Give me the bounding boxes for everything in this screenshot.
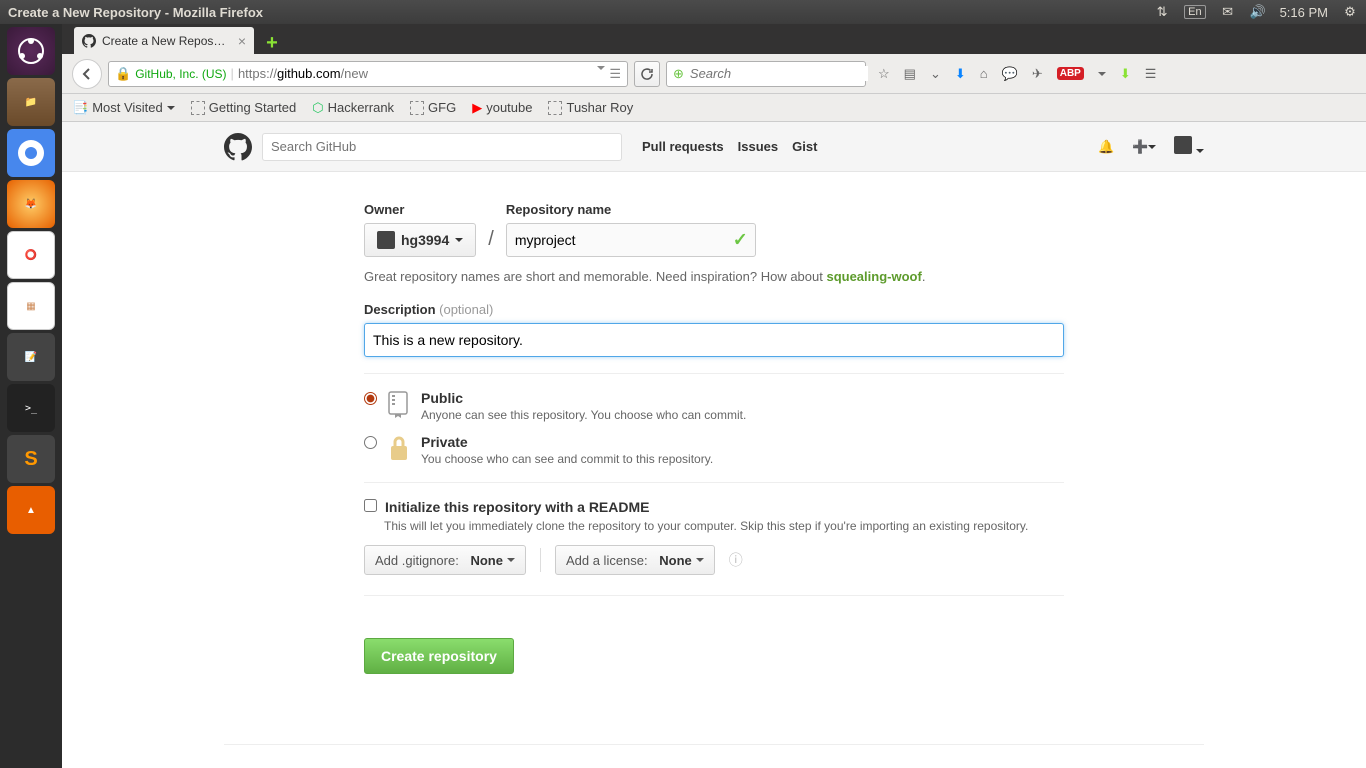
gear-icon[interactable]: ⚙ <box>1342 4 1358 20</box>
bookmark-tushar[interactable]: Tushar Roy <box>548 100 633 115</box>
nav-toolbar: 🔒 GitHub, Inc. (US) | https://github.com… <box>62 54 1366 94</box>
abp-icon[interactable]: ABP <box>1057 67 1084 80</box>
home-icon[interactable]: ⌂ <box>980 66 988 81</box>
impress-icon[interactable]: ▦ <box>7 282 55 330</box>
browser-tab[interactable]: Create a New Repos… × <box>74 27 254 54</box>
download-arrow-icon[interactable]: ⬇ <box>1120 66 1131 82</box>
private-desc: You choose who can see and commit to thi… <box>421 452 713 466</box>
toolbar-icons: ☆ ▤ ⌄ ⬇ ⌂ 💬 ✈ ABP ⬇ ☰ <box>878 66 1156 82</box>
suggested-name[interactable]: squealing-woof <box>826 269 921 284</box>
mail-icon[interactable]: ✉ <box>1220 4 1236 20</box>
abp-dropdown[interactable] <box>1098 72 1106 76</box>
nav-issues[interactable]: Issues <box>738 139 778 154</box>
firefox-window: Create a New Repos… × + 🔒 GitHub, Inc. (… <box>62 24 1366 768</box>
optional-label: (optional) <box>439 302 493 317</box>
bookmark-bar: 📑 Most Visited Getting Started ⬡ Hackerr… <box>62 94 1366 122</box>
description-input[interactable] <box>364 323 1064 357</box>
tab-title: Create a New Repos… <box>102 34 225 48</box>
url-text: https://github.com/new <box>238 66 368 81</box>
info-icon[interactable]: ⓘ <box>729 550 743 570</box>
sound-icon[interactable]: 🔊 <box>1250 4 1266 20</box>
public-radio[interactable] <box>364 392 377 405</box>
github-footer: © 2015 GitHub, Inc. Terms Privacy Securi… <box>224 744 1204 768</box>
menu-icon[interactable]: ☰ <box>1145 66 1157 82</box>
bookmark-getting-started[interactable]: Getting Started <box>191 100 296 115</box>
readme-desc: This will let you immediately clone the … <box>384 519 1064 533</box>
firefox-icon[interactable]: 🦊 <box>7 180 55 228</box>
repo-name-hint: Great repository names are short and mem… <box>364 269 1064 284</box>
public-title: Public <box>421 390 463 406</box>
github-nav: Pull requests Issues Gist <box>642 139 817 154</box>
bookmark-star-icon[interactable]: ☆ <box>878 66 890 82</box>
gitignore-select[interactable]: Add .gitignore: None <box>364 545 526 575</box>
chat-icon[interactable]: 💬 <box>1002 66 1018 82</box>
reader-icon[interactable]: ☰ <box>609 66 621 82</box>
lock-icon <box>387 434 411 462</box>
search-input[interactable] <box>690 66 868 81</box>
notifications-icon[interactable]: 🔔 <box>1098 139 1114 155</box>
public-desc: Anyone can see this repository. You choo… <box>421 408 746 422</box>
unity-launcher: 📁 🦊 ⭕ ▦ 📝 >_ S ▲ <box>0 24 62 768</box>
bookmark-gfg[interactable]: GFG <box>410 100 456 115</box>
search-bar[interactable]: ⊕ <box>666 61 866 87</box>
tab-close-icon[interactable]: × <box>238 33 246 49</box>
chrome-icon[interactable] <box>7 129 55 177</box>
sublime-icon[interactable]: S <box>7 435 55 483</box>
network-icon[interactable]: ⇅ <box>1154 4 1170 20</box>
dash-icon[interactable] <box>7 27 55 75</box>
new-tab-button[interactable]: + <box>260 32 284 54</box>
github-logo-icon[interactable] <box>224 133 252 161</box>
reload-button[interactable] <box>634 61 660 87</box>
send-icon[interactable]: ✈ <box>1032 66 1043 82</box>
pocket-icon[interactable]: ⌄ <box>930 66 941 82</box>
site-identity: GitHub, Inc. (US) <box>135 67 226 81</box>
back-button[interactable] <box>72 59 102 89</box>
url-dropdown-icon[interactable] <box>597 66 605 70</box>
ubuntu-titlebar: Create a New Repository - Mozilla Firefo… <box>0 0 1366 24</box>
readme-checkbox[interactable] <box>364 499 377 512</box>
bookmark-most-visited[interactable]: 📑 Most Visited <box>72 100 175 116</box>
page-content: Pull requests Issues Gist 🔔 ➕ Owner hg39 <box>62 122 1366 768</box>
nav-pull-requests[interactable]: Pull requests <box>642 139 724 154</box>
gedit-icon[interactable]: 📝 <box>7 333 55 381</box>
download-icon[interactable]: ⬇ <box>955 66 966 82</box>
clock[interactable]: 5:16 PM <box>1280 5 1328 20</box>
create-new-icon[interactable]: ➕ <box>1132 139 1156 155</box>
owner-label: Owner <box>364 202 476 217</box>
nav-gist[interactable]: Gist <box>792 139 817 154</box>
sidebar-icon[interactable]: ▤ <box>904 66 916 82</box>
license-select[interactable]: Add a license: None <box>555 545 715 575</box>
keyboard-lang[interactable]: En <box>1184 5 1205 19</box>
create-repo-form: Owner hg3994 / Repository name ✓ <box>364 202 1064 714</box>
repo-name-label: Repository name <box>506 202 756 217</box>
lock-icon: 🔒 <box>115 66 131 82</box>
vlc-icon[interactable]: ▲ <box>7 486 55 534</box>
create-repository-button[interactable]: Create repository <box>364 638 514 674</box>
terminal-icon[interactable]: >_ <box>7 384 55 432</box>
evince-icon[interactable]: ⭕ <box>7 231 55 279</box>
description-label: Description <box>364 302 436 317</box>
bookmark-hackerrank[interactable]: ⬡ Hackerrank <box>312 100 394 116</box>
github-search-input[interactable] <box>262 133 622 161</box>
private-title: Private <box>421 434 468 450</box>
system-tray: ⇅ En ✉ 🔊 5:16 PM ⚙ <box>1154 4 1358 20</box>
github-header: Pull requests Issues Gist 🔔 ➕ <box>62 122 1366 172</box>
owner-select[interactable]: hg3994 <box>364 223 476 257</box>
bookmark-youtube[interactable]: ▶ youtube <box>472 100 532 116</box>
tab-strip: Create a New Repos… × + <box>62 24 1366 54</box>
check-icon: ✓ <box>733 230 748 251</box>
repo-public-icon <box>387 390 411 418</box>
readme-title: Initialize this repository with a README <box>385 499 649 515</box>
private-radio[interactable] <box>364 436 377 449</box>
files-icon[interactable]: 📁 <box>7 78 55 126</box>
slash-separator: / <box>484 228 498 257</box>
window-title: Create a New Repository - Mozilla Firefo… <box>8 5 263 20</box>
search-engine-icon[interactable]: ⊕ <box>673 66 684 82</box>
user-menu[interactable] <box>1174 136 1204 157</box>
repo-name-input[interactable] <box>506 223 756 257</box>
github-favicon <box>82 34 96 48</box>
url-bar[interactable]: 🔒 GitHub, Inc. (US) | https://github.com… <box>108 61 628 87</box>
